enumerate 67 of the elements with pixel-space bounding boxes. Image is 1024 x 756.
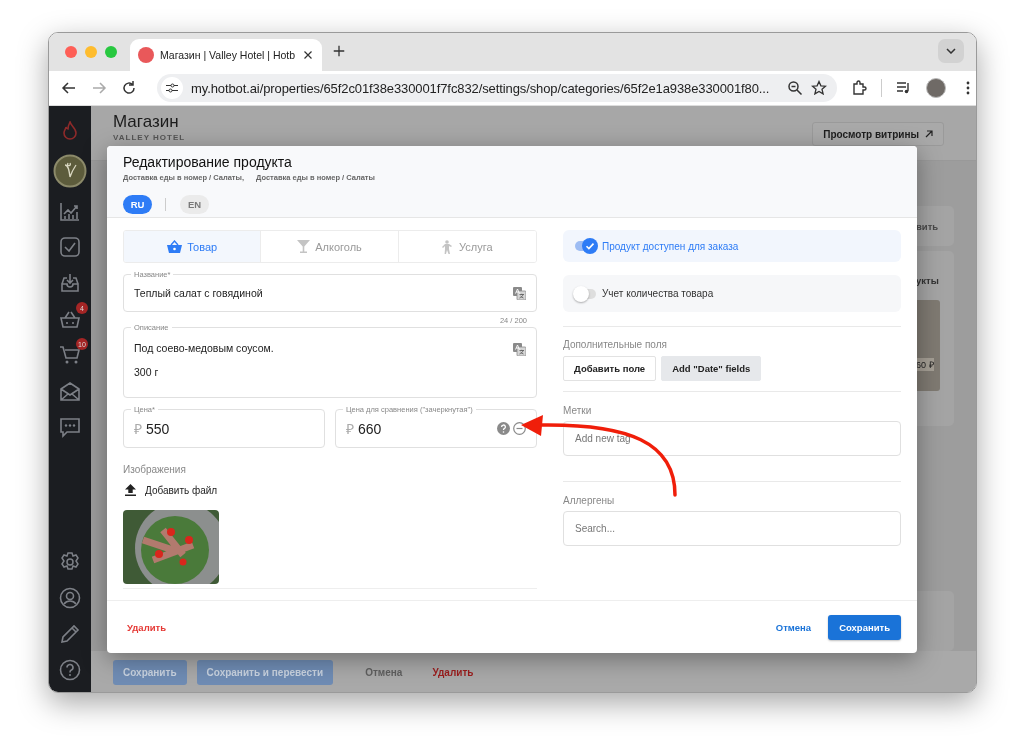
- section-label: Метки: [563, 405, 593, 416]
- translate-icon[interactable]: [513, 286, 526, 300]
- zoom-icon[interactable]: [787, 80, 803, 96]
- chart-icon[interactable]: [59, 200, 81, 222]
- user-icon[interactable]: [59, 587, 81, 609]
- save-button[interactable]: Сохранить: [828, 614, 901, 640]
- browser-tab[interactable]: Магазин | Valley Hotel | Hotb: [130, 39, 323, 71]
- language-tab[interactable]: EN: [180, 195, 209, 214]
- product-type-tab[interactable]: Товар: [124, 231, 262, 262]
- person-icon: [442, 239, 455, 254]
- help-icon[interactable]: [59, 659, 81, 681]
- chat-icon[interactable]: [59, 416, 81, 438]
- delete-button[interactable]: Удалить: [127, 614, 166, 640]
- cancel-button[interactable]: Отмена: [764, 614, 823, 640]
- add-field-button[interactable]: Добавить поле: [563, 356, 657, 381]
- dialog-title: Редактирование продукта: [123, 154, 293, 170]
- section-label: Дополнительные поля: [563, 339, 668, 350]
- section-label: Аллергены: [563, 495, 616, 506]
- section-label: Изображения: [123, 464, 187, 475]
- price-value: 550: [146, 421, 170, 437]
- toggle-label: Продукт доступен для заказа: [602, 240, 739, 252]
- tab-list-button[interactable]: [938, 39, 964, 63]
- price-value: 660: [358, 421, 382, 437]
- add-file-button[interactable]: Добавить файл: [123, 484, 218, 496]
- field-value: Теплый салат с говядиной: [134, 287, 263, 299]
- cocktail-glass-icon: [297, 240, 311, 253]
- toggle-label: Учет количества товара: [602, 288, 714, 299]
- external-arrow-icon: [925, 130, 933, 138]
- language-tab[interactable]: RU: [123, 195, 152, 214]
- translate-icon[interactable]: [513, 343, 526, 356]
- media-queue-icon[interactable]: [896, 80, 912, 96]
- add-field-button[interactable]: Add "Date" fields: [661, 356, 762, 381]
- puzzle-piece-icon[interactable]: [851, 80, 867, 96]
- envelope-icon[interactable]: [59, 380, 81, 402]
- toggle-switch[interactable]: [573, 238, 598, 254]
- inbox-icon[interactable]: [59, 272, 81, 294]
- storefront-button[interactable]: Просмотр витрины: [812, 122, 944, 146]
- card-title: укты: [916, 275, 940, 286]
- sliders-icon: [166, 83, 178, 93]
- checkmark-icon[interactable]: [59, 236, 81, 258]
- close-window-button[interactable]: [65, 46, 77, 58]
- star-icon[interactable]: [811, 80, 827, 96]
- search-field[interactable]: Search...: [563, 511, 901, 546]
- basket-icon: [167, 240, 183, 253]
- help-icon[interactable]: [497, 422, 510, 435]
- currency-sign: ₽: [134, 420, 142, 438]
- new-tab-icon[interactable]: [332, 44, 347, 58]
- site-settings-button[interactable]: [161, 77, 183, 99]
- settings-icon[interactable]: [59, 551, 81, 573]
- cancel-button[interactable]: Отмена: [355, 660, 413, 685]
- toggle-switch[interactable]: [573, 285, 598, 302]
- hotel-logo-icon[interactable]: [53, 154, 87, 188]
- remove-circle-icon[interactable]: [513, 422, 526, 435]
- page-title: Магазин: [113, 112, 180, 132]
- tab-title: Магазин | Valley Hotel | Hotb: [160, 49, 296, 61]
- field-value: Под соево-медовым соусом. 300 г: [134, 342, 274, 380]
- card-title: вить: [916, 220, 939, 232]
- tag-input-field[interactable]: Add new tag: [563, 421, 901, 456]
- delete-button[interactable]: Удалить: [422, 660, 484, 685]
- profile-avatar[interactable]: [926, 78, 946, 98]
- chevron-down-icon: [946, 48, 956, 54]
- currency-sign: ₽: [346, 420, 354, 438]
- reload-icon[interactable]: [121, 80, 137, 96]
- upload-icon: [125, 484, 136, 496]
- pencil-icon[interactable]: [59, 623, 81, 645]
- page-subtitle: VALLEY HOTEL: [113, 133, 186, 143]
- back-arrow-icon[interactable]: [61, 80, 77, 96]
